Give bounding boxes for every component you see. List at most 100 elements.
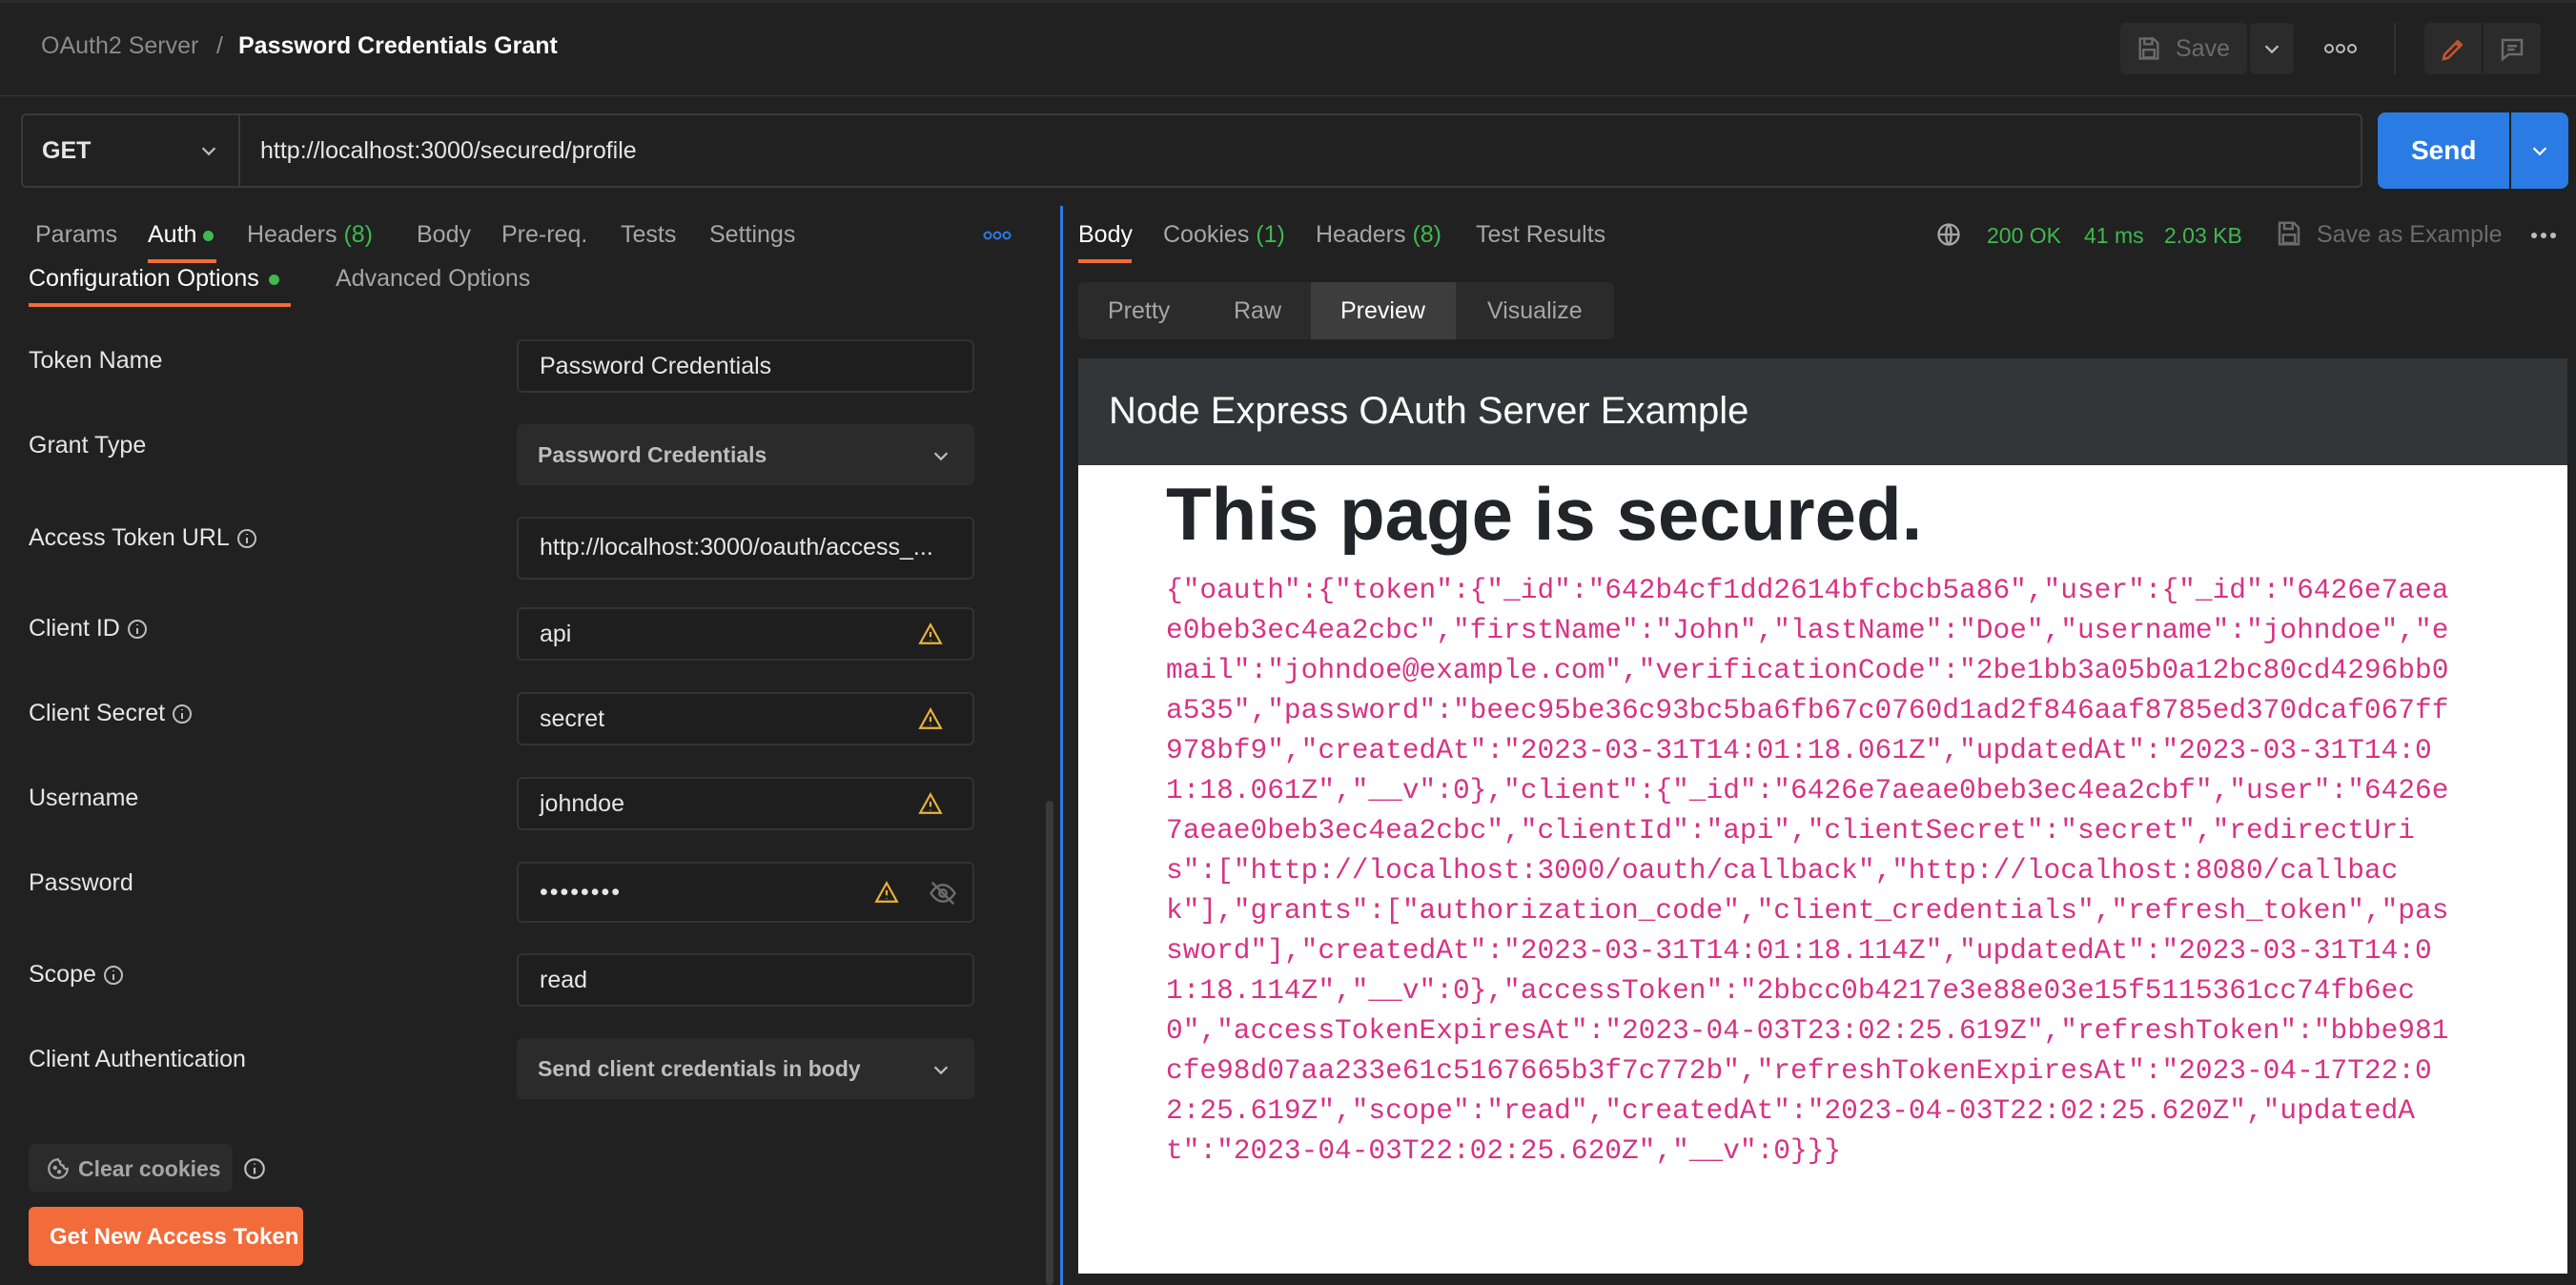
comment-icon [2498, 35, 2526, 64]
access-token-url-label: Access Token URL [29, 524, 258, 552]
chevron-down-icon [2261, 38, 2282, 59]
scope-input[interactable]: read [517, 953, 974, 1007]
password-value: •••••••• [540, 879, 623, 906]
more-options-icon[interactable] [2526, 225, 2561, 246]
tab-headers[interactable]: Headers (8) [247, 221, 373, 249]
pencil-icon [2439, 35, 2467, 64]
pane-divider[interactable] [1060, 206, 1063, 1285]
clear-cookies-button[interactable]: Clear cookies [29, 1144, 233, 1192]
chevron-down-icon [930, 445, 951, 466]
status-dot [268, 274, 279, 285]
access-token-url-label-text: Access Token URL [29, 524, 230, 551]
client-auth-value: Send client credentials in body [538, 1056, 861, 1081]
comments-button[interactable] [2484, 23, 2541, 74]
token-name-label: Token Name [29, 347, 163, 374]
response-preview[interactable]: Node Express OAuth Server Example This p… [1078, 358, 2567, 1274]
send-label: Send [2411, 135, 2477, 165]
send-options-dropdown[interactable] [2511, 112, 2568, 189]
client-auth-label: Client Authentication [29, 1046, 246, 1072]
warning-icon [917, 706, 944, 731]
access-token-url-value: http://localhost:3000/oauth/access_... [540, 534, 933, 561]
response-time[interactable]: 41 ms [2084, 223, 2144, 249]
chevron-down-icon [930, 1059, 951, 1080]
view-raw[interactable]: Raw [1234, 282, 1281, 339]
save-icon [2136, 35, 2162, 62]
subtab-advanced[interactable]: Advanced Options [336, 265, 530, 293]
client-secret-input[interactable]: secret [517, 692, 974, 745]
active-tab-indicator [148, 259, 216, 263]
get-token-label: Get New Access Token [50, 1224, 299, 1250]
info-icon[interactable] [242, 1156, 267, 1181]
save-button[interactable]: Save [2120, 23, 2247, 74]
warning-icon [917, 791, 944, 816]
subtab-configuration-label: Configuration Options [29, 265, 259, 292]
warning-icon [873, 880, 900, 905]
token-name-value: Password Credentials [540, 353, 772, 379]
response-tab-headers[interactable]: Headers (8) [1316, 221, 1441, 249]
tab-tests[interactable]: Tests [621, 221, 676, 249]
grant-type-select[interactable]: Password Credentials [517, 424, 974, 485]
response-tab-cookies[interactable]: Cookies (1) [1163, 221, 1285, 249]
scope-label: Scope [29, 961, 125, 989]
info-icon[interactable] [126, 618, 149, 641]
tab-params[interactable]: Params [35, 221, 117, 249]
client-id-label: Client ID [29, 615, 149, 642]
scope-value: read [540, 967, 588, 993]
response-tab-headers-label: Headers [1316, 221, 1406, 248]
hide-password-icon[interactable] [927, 879, 959, 908]
url-input[interactable]: http://localhost:3000/secured/profile [240, 113, 2362, 188]
chevron-down-icon [2528, 140, 2551, 161]
tab-auth-label: Auth [148, 221, 197, 248]
method-value: GET [42, 137, 92, 164]
send-button[interactable]: Send [2378, 112, 2509, 189]
client-id-label-text: Client ID [29, 615, 120, 642]
tab-body[interactable]: Body [417, 221, 471, 249]
active-tab-indicator [1078, 259, 1132, 263]
method-select[interactable]: GET [21, 113, 240, 188]
breadcrumb-collection[interactable]: OAuth2 Server [41, 32, 198, 60]
more-tabs-icon[interactable] [980, 225, 1014, 246]
active-subtab-indicator [29, 303, 291, 307]
info-icon[interactable] [171, 703, 194, 725]
tab-settings[interactable]: Settings [709, 221, 795, 249]
url-value: http://localhost:3000/secured/profile [260, 137, 637, 164]
info-icon[interactable] [102, 964, 125, 987]
token-name-input[interactable]: Password Credentials [517, 339, 974, 393]
client-id-input[interactable]: api [517, 607, 974, 661]
scrollbar-thumb[interactable] [1046, 801, 1053, 1285]
status-code[interactable]: 200 OK [1987, 223, 2061, 249]
save-as-example-button[interactable]: Save as Example [2317, 221, 2503, 249]
response-tab-body[interactable]: Body [1078, 221, 1133, 249]
client-secret-value: secret [540, 705, 605, 732]
subtab-configuration[interactable]: Configuration Options [29, 265, 279, 293]
chevron-down-icon [198, 140, 219, 161]
client-auth-select[interactable]: Send client credentials in body [517, 1038, 974, 1099]
username-input[interactable]: johndoe [517, 777, 974, 830]
username-label: Username [29, 785, 139, 811]
info-icon[interactable] [235, 527, 258, 550]
tab-auth[interactable]: Auth [148, 221, 215, 249]
response-tab-headers-count: (8) [1412, 221, 1442, 248]
view-pretty[interactable]: Pretty [1108, 282, 1170, 339]
view-preview[interactable]: Preview [1311, 282, 1456, 339]
view-visualize[interactable]: Visualize [1487, 282, 1583, 339]
edit-button[interactable] [2424, 23, 2482, 74]
password-label: Password [29, 869, 133, 896]
password-input[interactable]: •••••••• [517, 862, 974, 923]
cookie-icon [46, 1156, 71, 1181]
save-options-dropdown[interactable] [2250, 23, 2294, 74]
client-id-value: api [540, 621, 572, 647]
breadcrumb-request-title[interactable]: Password Credentials Grant [238, 32, 558, 60]
divider [2394, 23, 2396, 74]
username-value: johndoe [540, 790, 624, 817]
more-options-icon[interactable] [2312, 32, 2369, 65]
tab-prereq[interactable]: Pre-req. [501, 221, 587, 249]
response-tab-test-results[interactable]: Test Results [1476, 221, 1605, 249]
response-size[interactable]: 2.03 KB [2164, 223, 2242, 249]
get-new-access-token-button[interactable]: Get New Access Token [29, 1207, 303, 1266]
grant-type-value: Password Credentials [538, 442, 767, 467]
access-token-url-input[interactable]: http://localhost:3000/oauth/access_... [517, 517, 974, 580]
scope-label-text: Scope [29, 961, 96, 988]
globe-icon[interactable] [1935, 221, 1962, 248]
top-edge [0, 0, 2576, 3]
